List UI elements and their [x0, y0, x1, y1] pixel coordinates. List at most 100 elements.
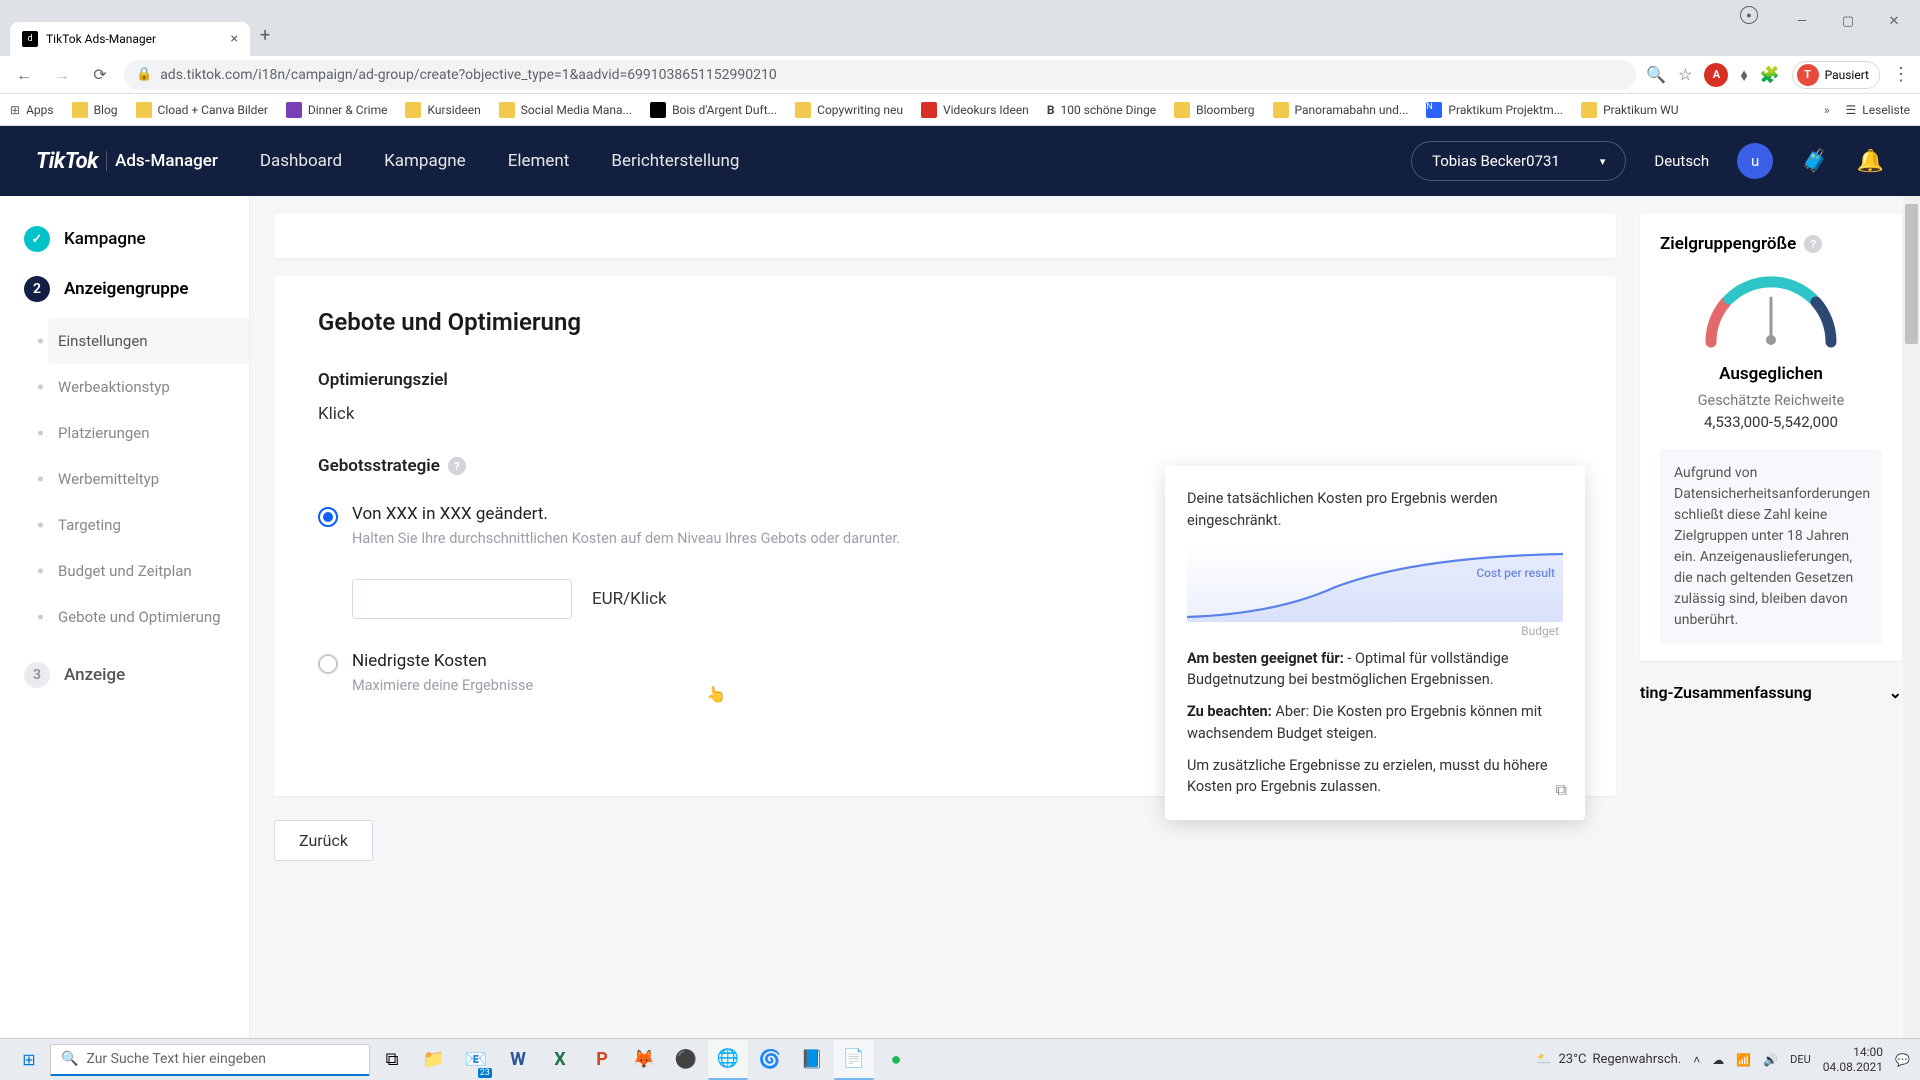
back-icon[interactable]: ← [10, 61, 38, 89]
bookmark-item[interactable]: Social Media Mana... [499, 102, 632, 118]
menu-icon[interactable]: ⋮ [1892, 64, 1910, 85]
extension-icon[interactable]: ⬧ [1740, 65, 1747, 85]
volume-icon[interactable]: 🔊 [1763, 1053, 1778, 1067]
app-body: Kampagne 2 Anzeigengruppe Einstellungen … [0, 196, 1920, 1038]
bid-amount-input[interactable] [352, 579, 572, 619]
extensions-overflow-icon[interactable]: ● [1740, 6, 1758, 24]
radio-unselected-icon [318, 654, 338, 674]
bookmark-star-icon[interactable]: ☆ [1678, 65, 1692, 84]
bell-icon[interactable]: 🔔 [1857, 149, 1884, 174]
bookmark-item[interactable]: Videokurs Ideen [921, 102, 1029, 118]
account-selector[interactable]: Tobias Becker0731 ▾ [1411, 141, 1626, 181]
apps-bookmark[interactable]: ⊞Apps [10, 103, 54, 117]
gauge [1696, 272, 1846, 350]
substep-placements[interactable]: Platzierungen [48, 410, 249, 456]
help-icon[interactable]: ? [1804, 235, 1822, 253]
help-icon[interactable]: ? [448, 457, 466, 475]
step-campaign[interactable]: Kampagne [0, 214, 249, 264]
spotify-icon[interactable]: ● [876, 1040, 916, 1080]
scroll-thumb[interactable] [1905, 204, 1918, 344]
language-selector[interactable]: Deutsch [1654, 152, 1709, 170]
extensions-puzzle-icon[interactable]: 🧩 [1760, 65, 1780, 84]
firefox-icon[interactable]: 🦊 [624, 1040, 664, 1080]
profile-status: Pausiert [1825, 68, 1869, 82]
briefcase-icon[interactable]: 🧳 [1801, 149, 1828, 174]
bookmark-item[interactable]: Dinner & Crime [286, 102, 388, 118]
bookmark-item[interactable]: Cload + Canva Bilder [136, 102, 268, 118]
file-explorer-icon[interactable]: 📁 [414, 1040, 454, 1080]
bookmark-item[interactable]: Praktikum WU [1581, 102, 1678, 118]
profile-button[interactable]: T Pausiert [1792, 61, 1880, 89]
word-icon[interactable]: W [498, 1040, 538, 1080]
browser-tab[interactable]: d TikTok Ads-Manager × [10, 22, 250, 56]
taskbar-search[interactable]: 🔍 Zur Suche Text hier eingeben [50, 1044, 370, 1076]
lock-icon: 🔒 [136, 67, 152, 82]
onedrive-icon[interactable]: ☁ [1712, 1053, 1724, 1067]
bookmark-item[interactable]: Blog [72, 102, 118, 118]
tiktok-favicon: d [22, 31, 38, 47]
profile-avatar: T [1797, 64, 1819, 86]
bookmark-item[interactable]: B100 schöne Dinge [1047, 103, 1156, 117]
excel-icon[interactable]: X [540, 1040, 580, 1080]
reach-value: 4,533,000-5,542,000 [1660, 413, 1882, 431]
bookmark-item[interactable]: Bloomberg [1174, 102, 1254, 118]
edge-icon[interactable]: 🌀 [750, 1040, 790, 1080]
bookmark-item[interactable]: Kursideen [405, 102, 480, 118]
substep-promotion-type[interactable]: Werbeaktionstyp [48, 364, 249, 410]
external-link-icon[interactable]: ⧉ [1556, 778, 1567, 802]
browser-tab-strip: d TikTok Ads-Manager × + ● — ▢ ✕ [0, 0, 1920, 56]
task-view-icon[interactable]: ⧉ [372, 1040, 412, 1080]
reach-label: Geschätzte Reichweite [1660, 392, 1882, 409]
tray-chevron-icon[interactable]: ˄ [1693, 1053, 1700, 1067]
bookmark-item[interactable]: Copywriting neu [795, 102, 903, 118]
targeting-summary-accordion[interactable]: ting-Zusammenfassung ⌄ [1640, 679, 1902, 706]
notepad-icon[interactable]: 📄 [834, 1040, 874, 1080]
weather-widget[interactable]: 🌥️ 23°C Regenwahrsch. [1536, 1052, 1681, 1067]
obs-icon[interactable]: ⚫ [666, 1040, 706, 1080]
language-indicator[interactable]: DEU [1790, 1053, 1811, 1066]
wifi-icon[interactable]: 📶 [1736, 1053, 1751, 1067]
cloud-icon: 🌥️ [1536, 1052, 1552, 1067]
step-adgroup[interactable]: 2 Anzeigengruppe [0, 264, 249, 314]
page-scrollbar[interactable] [1903, 196, 1920, 1038]
tooltip-best-for: Am besten geeignet für: - Optimal für vo… [1187, 648, 1563, 692]
search-icon: 🔍 [61, 1051, 78, 1067]
zoom-icon[interactable]: 🔍 [1646, 65, 1666, 84]
start-button[interactable]: ⊞ [10, 1044, 48, 1076]
clock[interactable]: 14:00 04.08.2021 [1823, 1045, 1883, 1074]
nav-dashboard[interactable]: Dashboard [260, 151, 342, 171]
chrome-icon[interactable]: 🌐 [708, 1040, 748, 1080]
minimize-icon[interactable]: — [1780, 6, 1824, 36]
substep-creative-type[interactable]: Werbemitteltyp [48, 456, 249, 502]
window-close-icon[interactable]: ✕ [1872, 6, 1916, 36]
bookmark-item[interactable]: Bois d'Argent Duft... [650, 102, 777, 118]
close-tab-icon[interactable]: × [231, 31, 238, 47]
logo-sub: Ads-Manager [106, 151, 218, 171]
url-field[interactable]: 🔒 ads.tiktok.com/i18n/campaign/ad-group/… [124, 60, 1636, 90]
substep-targeting[interactable]: Targeting [48, 502, 249, 548]
substep-budget[interactable]: Budget und Zeitplan [48, 548, 249, 594]
nav-reporting[interactable]: Berichterstellung [611, 151, 739, 171]
mail-icon[interactable]: 📧23 [456, 1040, 496, 1080]
logo[interactable]: TikTok Ads-Manager [36, 149, 218, 174]
new-tab-button[interactable]: + [250, 19, 280, 52]
adblock-icon[interactable]: A [1704, 63, 1728, 87]
nav-element[interactable]: Element [508, 151, 570, 171]
step-ad[interactable]: 3 Anzeige [0, 650, 249, 700]
bookmarks-overflow-icon[interactable]: » [1824, 103, 1830, 117]
reload-icon[interactable]: ⟳ [86, 61, 114, 89]
powerpoint-icon[interactable]: P [582, 1040, 622, 1080]
bookmark-item[interactable]: Panoramabahn und... [1273, 102, 1409, 118]
main-content: Gebote und Optimierung Optimierungsziel … [250, 196, 1640, 1038]
back-button[interactable]: Zurück [274, 820, 373, 861]
bookmark-item[interactable]: NPraktikum Projektm... [1426, 102, 1563, 118]
substep-settings[interactable]: Einstellungen [48, 318, 249, 364]
notifications-icon[interactable]: 💬 [1895, 1053, 1910, 1067]
substep-bidding[interactable]: Gebote und Optimierung [48, 594, 249, 640]
app-icon[interactable]: 📘 [792, 1040, 832, 1080]
maximize-icon[interactable]: ▢ [1826, 6, 1870, 36]
user-avatar[interactable]: u [1737, 143, 1773, 179]
chart-axis-label: Budget [1521, 622, 1559, 640]
nav-campaign[interactable]: Kampagne [384, 151, 466, 171]
reading-list-button[interactable]: ☰Leseliste [1846, 103, 1910, 117]
